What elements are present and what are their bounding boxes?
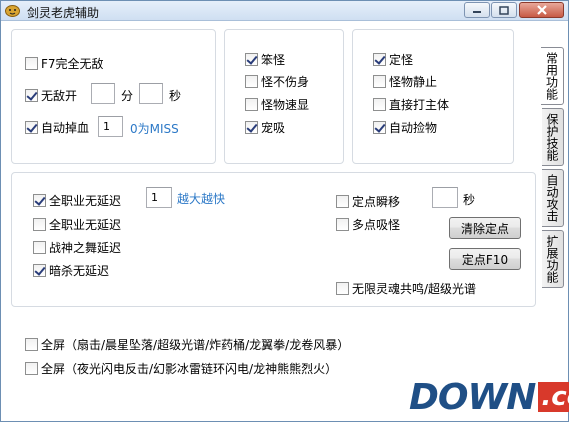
lock-checkbox-1[interactable]: 怪物静止 — [373, 73, 437, 89]
monster-checkbox-3-box[interactable] — [245, 120, 258, 134]
delay-checkbox-0-label: 全职业无延迟 — [49, 193, 122, 208]
fullscreen-checkbox-1-label: 全屏（夜光闪电反击/幻影冰雷链环闪电/龙神熊熊烈火） — [41, 361, 338, 376]
delay-checkbox-2-label: 战神之舞延迟 — [49, 240, 122, 255]
delay-checkbox-1-label: 全职业无延迟 — [49, 217, 122, 232]
delay-checkbox-3[interactable]: 暗杀无延迟 — [33, 262, 109, 278]
maximize-icon — [499, 5, 509, 15]
drop-value-input[interactable]: 1 — [98, 116, 123, 137]
watermark-suffix: .cc — [538, 382, 569, 412]
watermark-logo: DOWN .cc — [409, 376, 569, 418]
lock-checkbox-3[interactable]: 自动捡物 — [373, 119, 437, 135]
clear-point-button[interactable]: 清除定点 — [449, 217, 521, 239]
lock-checkbox-2-label: 直接打主体 — [389, 97, 450, 112]
fullscreen-checkbox-1-box[interactable] — [25, 361, 38, 375]
fullscreen-checkbox-0-box[interactable] — [25, 337, 38, 351]
teleport-seconds-unit: 秒 — [463, 193, 476, 207]
minutes-unit: 分 — [121, 89, 134, 103]
monster-checkbox-2-box[interactable] — [245, 97, 258, 111]
lock-checkbox-0-box[interactable] — [373, 52, 386, 66]
auto-drop-checkbox-label: 自动掉血 — [41, 120, 90, 135]
fullscreen-checkbox-0[interactable]: 全屏（扇击/晨星坠落/超级光谱/炸药桶/龙翼拳/龙卷风暴） — [25, 336, 349, 352]
invincible-checkbox-label: 无敌开 — [41, 88, 78, 103]
multi-pull-checkbox-label: 多点吸怪 — [352, 217, 401, 232]
delay-checkbox-3-box[interactable] — [33, 263, 46, 277]
resonance-checkbox-box[interactable] — [336, 281, 349, 295]
tab-extended-functions[interactable]: 扩展功能 — [542, 230, 564, 288]
invincible-on-checkbox[interactable]: 无敌开 — [25, 87, 77, 103]
teleport-checkbox-label: 定点瞬移 — [352, 194, 401, 209]
delay-checkbox-2[interactable]: 战神之舞延迟 — [33, 239, 121, 255]
minimize-button[interactable] — [464, 2, 490, 18]
monster-checkbox-1[interactable]: 怪不伤身 — [245, 73, 309, 89]
lock-checkbox-3-label: 自动捡物 — [389, 120, 438, 135]
minutes-input[interactable] — [91, 83, 115, 104]
multi-pull-checkbox-box[interactable] — [336, 217, 349, 231]
lock-checkbox-1-label: 怪物静止 — [389, 74, 438, 89]
delay-checkbox-3-label: 暗杀无延迟 — [49, 263, 110, 278]
f7-invincible-checkbox[interactable]: F7完全无敌 — [25, 55, 104, 71]
monster-checkbox-3-label: 宠吸 — [261, 120, 286, 135]
close-button[interactable] — [519, 2, 564, 18]
delay-checkbox-0-box[interactable] — [33, 193, 46, 207]
app-icon — [5, 4, 20, 17]
auto-drop-checkbox-box[interactable] — [25, 120, 38, 134]
minimize-icon — [472, 6, 482, 14]
lock-checkbox-1-box[interactable] — [373, 74, 386, 88]
watermark-down: DOWN — [409, 376, 536, 418]
delay-hint: 越大越快 — [177, 192, 226, 206]
seconds-unit: 秒 — [169, 89, 182, 103]
delay-checkbox-1[interactable]: 全职业无延迟 — [33, 216, 121, 232]
drop-hint: 0为MISS — [130, 122, 179, 136]
auto-drop-checkbox[interactable]: 自动掉血 — [25, 119, 89, 135]
monster-checkbox-1-box[interactable] — [245, 74, 258, 88]
monster-checkbox-0[interactable]: 笨怪 — [245, 51, 285, 67]
tab-strip: 常用功能 保护技能 自动攻击 扩展功能 — [541, 47, 564, 347]
delay-checkbox-0[interactable]: 全职业无延迟 — [33, 192, 121, 208]
teleport-checkbox[interactable]: 定点瞬移 — [336, 193, 400, 209]
main-content: F7完全无敌 无敌开 分 秒 自动掉血 1 0为MISS 笨怪 怪不伤身 怪物速… — [1, 21, 568, 421]
fullscreen-checkbox-0-label: 全屏（扇击/晨星坠落/超级光谱/炸药桶/龙翼拳/龙卷风暴） — [41, 337, 350, 352]
app-window: 剑灵老虎辅助 F7完全无敌 无敌开 分 秒 自动掉血 1 0为MISS 笨怪 怪… — [0, 0, 569, 422]
monster-checkbox-0-box[interactable] — [245, 52, 258, 66]
maximize-button[interactable] — [491, 2, 517, 18]
lock-checkbox-2[interactable]: 直接打主体 — [373, 96, 449, 112]
resonance-checkbox[interactable]: 无限灵魂共鸣/超级光谱 — [336, 280, 476, 296]
fullscreen-checkbox-1[interactable]: 全屏（夜光闪电反击/幻影冰雷链环闪电/龙神熊熊烈火） — [25, 360, 337, 376]
lock-checkbox-3-box[interactable] — [373, 120, 386, 134]
monster-checkbox-1-label: 怪不伤身 — [261, 74, 310, 89]
tab-common-functions-label: 常用功能 — [544, 52, 559, 100]
delay-value-input[interactable]: 1 — [146, 187, 172, 208]
lock-checkbox-2-box[interactable] — [373, 97, 386, 111]
monster-checkbox-0-label: 笨怪 — [261, 52, 286, 67]
f7-checkbox-box[interactable] — [25, 56, 38, 70]
teleport-checkbox-box[interactable] — [336, 194, 349, 208]
lock-checkbox-0[interactable]: 定怪 — [373, 51, 413, 67]
resonance-checkbox-label: 无限灵魂共鸣/超级光谱 — [352, 281, 477, 296]
monster-checkbox-2[interactable]: 怪物速显 — [245, 96, 309, 112]
tab-protect-skills-label: 保护技能 — [545, 113, 559, 161]
delay-checkbox-2-box[interactable] — [33, 240, 46, 254]
monster-checkbox-2-label: 怪物速显 — [261, 97, 310, 112]
window-title: 剑灵老虎辅助 — [27, 6, 100, 20]
multi-pull-checkbox[interactable]: 多点吸怪 — [336, 216, 400, 232]
set-point-f10-button[interactable]: 定点F10 — [449, 248, 521, 270]
monster-checkbox-3[interactable]: 宠吸 — [245, 119, 285, 135]
tab-auto-attack-label: 自动攻击 — [545, 174, 559, 222]
invincible-checkbox-box[interactable] — [25, 88, 38, 102]
delay-checkbox-1-box[interactable] — [33, 217, 46, 231]
tab-protect-skills[interactable]: 保护技能 — [542, 108, 564, 166]
f7-checkbox-label: F7完全无敌 — [41, 56, 104, 71]
seconds-input[interactable] — [139, 83, 163, 104]
title-bar: 剑灵老虎辅助 — [1, 1, 568, 21]
lock-checkbox-0-label: 定怪 — [389, 52, 414, 67]
tab-common-functions[interactable]: 常用功能 — [541, 47, 564, 105]
close-icon — [536, 5, 548, 15]
tab-extended-functions-label: 扩展功能 — [545, 235, 559, 283]
tab-auto-attack[interactable]: 自动攻击 — [542, 169, 564, 227]
teleport-seconds-input[interactable] — [432, 187, 458, 208]
